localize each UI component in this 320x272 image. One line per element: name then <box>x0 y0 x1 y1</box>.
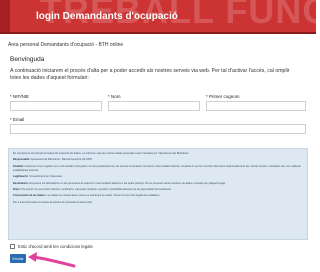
cognom-field[interactable] <box>206 101 306 111</box>
info-paragraph: Conservació de les dades: Les dades es c… <box>13 194 161 198</box>
pointer-arrow-icon <box>28 252 76 268</box>
info-paragraph: Responsable: Ajuntament de Barcelona - B… <box>13 158 93 162</box>
legal-info-box: En compliment de l'actual normativa de p… <box>8 148 308 240</box>
info-paragraph: Legitimació: Consentiment de l'interessa… <box>13 175 63 179</box>
intro-text: A continuació iniciarem el procés d'alta… <box>10 68 290 81</box>
banner-accent <box>0 0 10 34</box>
info-paragraph: En compliment de l'actual normativa de p… <box>13 152 190 155</box>
nif-label: * NIF/NIE <box>10 94 30 99</box>
welcome-heading: Benvinguda <box>10 56 45 63</box>
info-paragraph: Per a més informació consulteu la políti… <box>13 200 93 204</box>
info-paragraph: Drets: Pot exercir els seus drets d'accé… <box>13 187 172 191</box>
nif-field[interactable] <box>10 101 102 111</box>
email-field[interactable] <box>10 124 306 134</box>
page-title: login Demandants d'ocupació <box>36 11 178 22</box>
nom-label: * Nom <box>108 94 121 99</box>
nom-field[interactable] <box>108 101 200 111</box>
header-banner: TREBALL FUNCIÓ login Demandants d'ocupac… <box>0 0 316 34</box>
email-label: * Email <box>10 117 25 122</box>
breadcrumb: Àrea personal Demandants d'ocupació - BT… <box>8 42 124 48</box>
cognom-label: * Primer cognom <box>206 94 240 99</box>
info-paragraph: Finalitat: Gestionar el seu registre com… <box>13 164 301 172</box>
banner-underline <box>0 32 316 34</box>
page: TREBALL FUNCIÓ login Demandants d'ocupac… <box>0 0 316 272</box>
info-paragraph: Destinataris: Empreses col·laboradores e… <box>13 181 226 185</box>
consent-checkbox[interactable] <box>10 244 15 249</box>
